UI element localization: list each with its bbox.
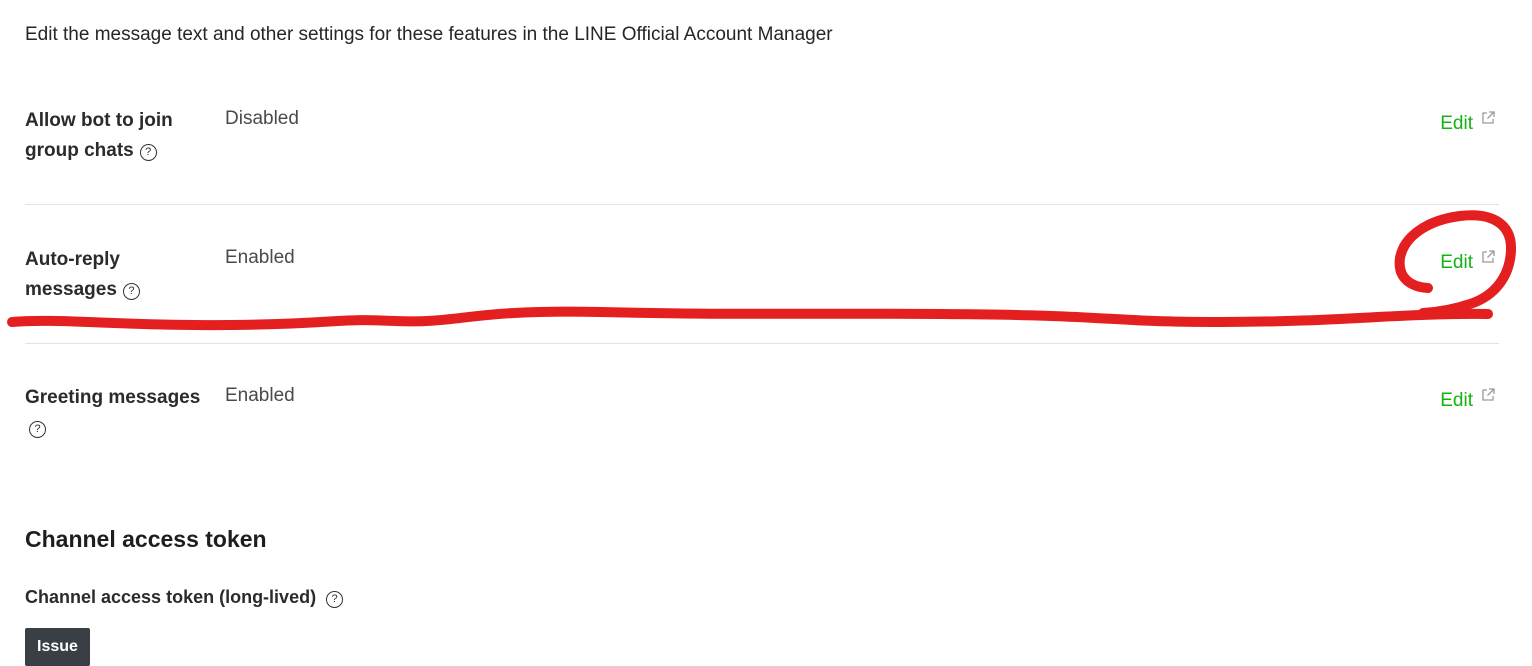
edit-link-label: Edit [1440,113,1473,134]
setting-label-line1: Auto-reply [25,249,120,270]
question-circle-icon[interactable]: ? [139,144,157,161]
setting-label-line1: Allow bot to join [25,110,173,131]
setting-label-line2: group chats [25,140,134,161]
question-circle-icon[interactable]: ? [122,283,140,300]
setting-label-line1: Greeting messages [25,387,201,408]
external-link-icon [1481,384,1495,410]
edit-link-greeting[interactable]: Edit [1440,384,1495,414]
setting-row-greeting: Greeting messages ? Enabled Edit [25,383,1499,463]
setting-value: Enabled [225,247,295,268]
issue-button[interactable]: Issue [25,628,90,666]
setting-label: Allow bot to join group chats? [25,106,215,166]
edit-link-label: Edit [1440,390,1473,411]
setting-row-auto-reply: Auto-reply messages? Enabled Edit [25,245,1499,344]
setting-value: Disabled [225,108,299,129]
question-circle-icon[interactable]: ? [326,591,344,608]
edit-link-auto-reply[interactable]: Edit [1440,246,1495,276]
setting-label-line2: messages [25,279,117,300]
external-link-icon [1481,107,1495,133]
setting-label: Greeting messages ? [25,383,215,443]
intro-text: Edit the message text and other settings… [25,24,833,45]
channel-access-token-label-text: Channel access token (long-lived) [25,587,317,607]
edit-link-group-chats[interactable]: Edit [1440,107,1495,137]
edit-link-label: Edit [1440,252,1473,273]
section-title-channel-access-token: Channel access token [25,526,267,552]
setting-row-group-chats: Allow bot to join group chats? Disabled … [25,106,1499,205]
page: Edit the message text and other settings… [0,0,1532,666]
external-link-icon [1481,246,1495,272]
question-circle-icon[interactable]: ? [29,421,46,438]
setting-value: Enabled [225,385,295,406]
setting-label: Auto-reply messages? [25,245,215,305]
channel-access-token-label: Channel access token (long-lived)? [25,585,344,609]
